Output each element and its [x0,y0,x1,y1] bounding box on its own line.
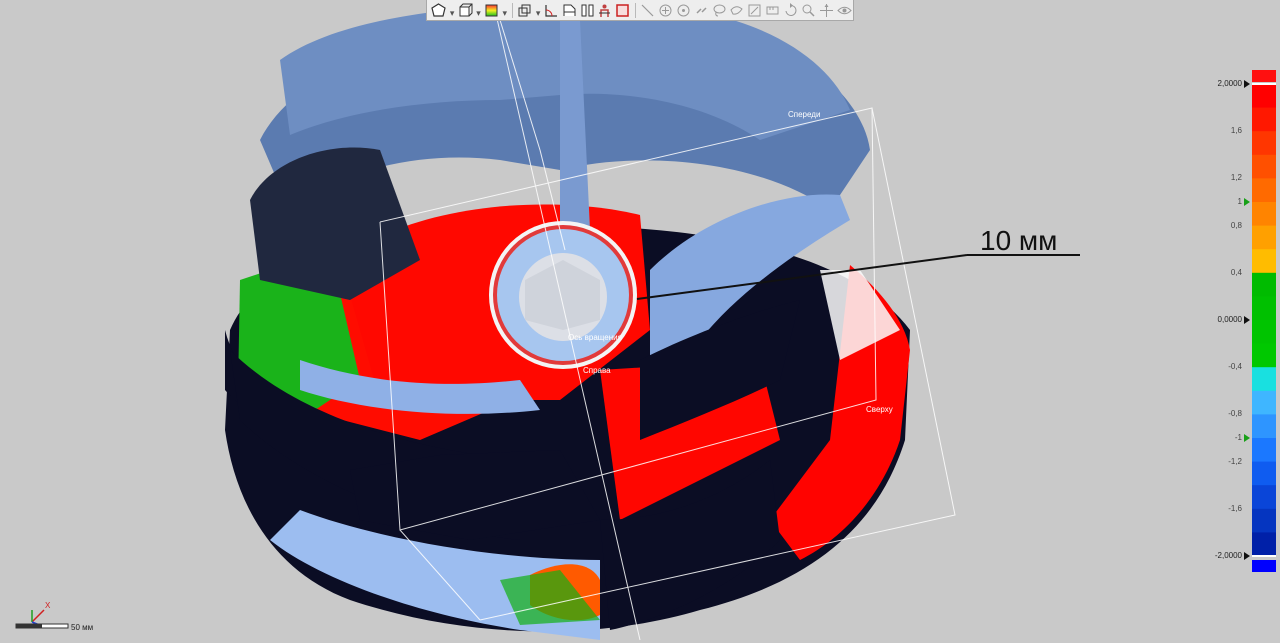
person-tool-icon[interactable] [596,1,614,20]
plus-circle-icon[interactable] [657,1,675,20]
view-label-right: Справа [583,366,611,375]
3d-viewport[interactable]: Спереди Ось вращения Справа Сверху 10 мм [0,0,1280,643]
legend-tick-label: -1,2 [1228,456,1242,466]
legend-tick-label: 0,8 [1230,220,1242,230]
legend-color-step [1252,296,1276,321]
legend-color-step [1252,225,1276,250]
box-view-icon[interactable] [456,1,474,20]
legend-over-range [1252,70,1276,82]
legend-marker-arrow-icon[interactable] [1244,434,1250,442]
legend-tick-label: 1,2 [1230,173,1242,183]
measure-tool-icon[interactable] [764,1,782,20]
legend-color-step [1252,461,1276,486]
split-view-icon[interactable] [578,1,596,20]
legend-zero-label: 0,0000 [1217,315,1242,324]
scale-length-label: 50 мм [71,623,94,632]
legend-tick-label: -0,4 [1228,362,1242,372]
measurement-annotation: 10 мм [980,225,1058,256]
dropdown-arrow-icon[interactable]: ▾ [448,1,456,20]
angle-tool-icon[interactable] [542,1,560,20]
toolbar-separator [512,2,513,18]
view-label-top: Сверху [866,405,893,414]
view-toolbar: ▾ ▾ ▾ ▾ [426,0,854,21]
dropdown-arrow-icon[interactable]: ▾ [534,1,542,20]
legend-marker-arrow-icon[interactable] [1244,316,1250,324]
polygon-select-icon[interactable] [430,1,448,20]
box-tool-icon[interactable] [516,1,534,20]
legend-color-step [1252,532,1276,557]
eye-tool-icon[interactable] [835,1,853,20]
legend-color-step [1252,249,1276,274]
axis-triad-icon [15,609,69,629]
legend-tolerance-upper: 1 [1237,197,1242,206]
legend-color-step [1252,84,1276,109]
legend-min-label: -2,0000 [1214,551,1242,560]
legend-under-range [1252,560,1276,572]
section-tool-icon[interactable] [560,1,578,20]
legend-color-step [1252,367,1276,392]
legend-tick-label: -1,6 [1228,503,1242,513]
legend-tick-label: 0,4 [1230,267,1242,277]
legend-color-step [1252,202,1276,227]
legend-color-step [1252,131,1276,156]
line-tool-icon[interactable] [639,1,657,20]
rect-select-icon[interactable] [614,1,632,20]
dropdown-arrow-icon[interactable]: ▾ [474,1,482,20]
legend-color-step [1252,438,1276,463]
link-tool-icon[interactable] [692,1,710,20]
legend-color-step [1252,508,1276,533]
view-label-front: Спереди [788,110,821,119]
rotation-axis-label: Ось вращения [568,333,622,342]
legend-max-label: 2,0000 [1217,79,1242,88]
lasso-select-icon[interactable] [728,1,746,20]
legend-tick-label: 1,6 [1230,126,1242,136]
legend-color-step [1252,272,1276,297]
legend-color-step [1252,343,1276,368]
add-point-icon[interactable] [674,1,692,20]
color-map-icon[interactable] [483,1,501,20]
deviation-color-legend: 2,0000 0,0000 -2,0000 1 -1 1,6 1,2 0,8 0,4 -0,4 -0… [1200,66,1280,576]
impeller-deviation-model [225,3,1080,641]
legend-color-step [1252,485,1276,510]
scale-indicator: X 50 мм [14,598,104,638]
lasso-tool-icon[interactable] [710,1,728,20]
edit-tool-icon[interactable] [746,1,764,20]
legend-marker-arrow-icon[interactable] [1244,198,1250,206]
legend-color-step [1252,390,1276,415]
zoom-tool-icon[interactable] [800,1,818,20]
legend-marker-arrow-icon[interactable] [1244,80,1250,88]
legend-tick-label: -0,8 [1228,409,1242,419]
legend-tolerance-lower: -1 [1234,433,1242,442]
transform-tool-icon[interactable] [817,1,835,20]
legend-color-step [1252,178,1276,203]
legend-marker-arrow-icon[interactable] [1244,552,1250,560]
axis-x-label: X [45,601,51,610]
legend-color-step [1252,414,1276,439]
legend-color-step [1252,320,1276,345]
legend-color-step [1252,107,1276,132]
legend-color-step [1252,154,1276,179]
toolbar-separator [634,2,636,18]
rotate-tool-icon[interactable] [782,1,800,20]
dropdown-arrow-icon[interactable]: ▾ [501,1,509,20]
